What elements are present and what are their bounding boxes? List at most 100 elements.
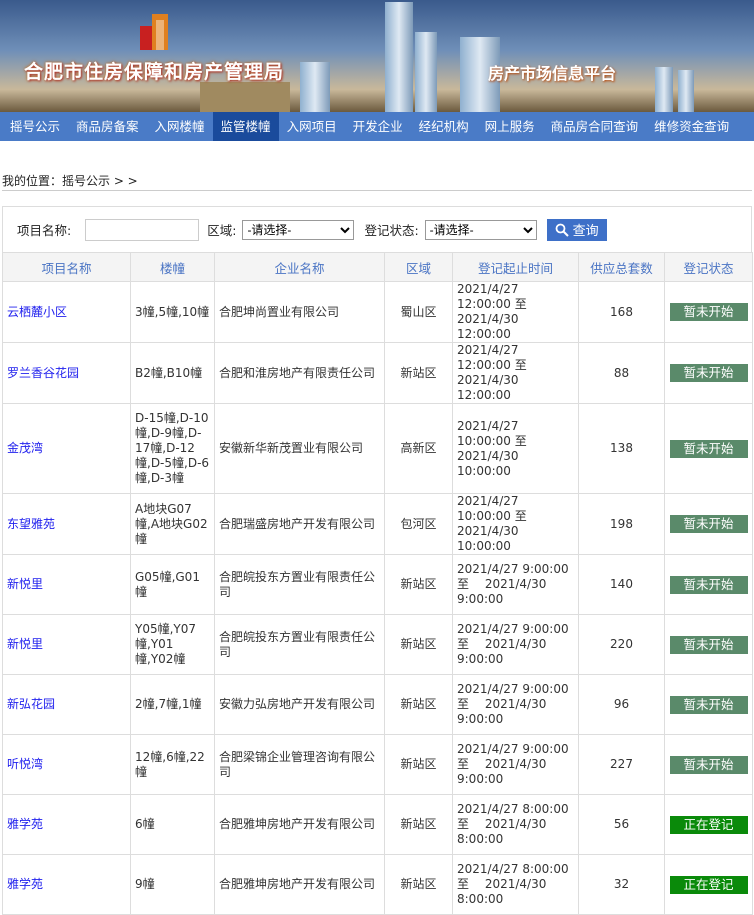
status-label: 登记状态:	[364, 223, 419, 238]
building-cell: 6幢	[130, 794, 215, 855]
project-cell: 新弘花园	[2, 674, 131, 735]
status-badge: 暂未开始	[669, 695, 748, 714]
time-cell: 2021/4/27 10:00:00 至 2021/4/30 10:00:00	[452, 493, 579, 555]
status-cell: 暂未开始	[664, 493, 753, 555]
project-link[interactable]: 金茂湾	[7, 441, 43, 455]
time-cell: 2021/4/27 8:00:00 至 2021/4/30 8:00:00	[452, 794, 579, 855]
nav-item[interactable]: 监管楼幢	[212, 112, 279, 141]
status-badge: 暂未开始	[669, 755, 748, 774]
company-cell: 合肥和淮房地产有限责任公司	[214, 342, 385, 404]
company-cell: 合肥雅坤房地产开发有限公司	[214, 854, 385, 915]
building-cell: 9幢	[130, 854, 215, 915]
company-cell: 安徽新华新茂置业有限公司	[214, 403, 385, 494]
count-cell: 220	[578, 614, 665, 675]
project-link[interactable]: 听悦湾	[7, 757, 43, 771]
project-link[interactable]: 新悦里	[7, 637, 43, 651]
count-cell: 168	[578, 281, 665, 343]
company-cell: 合肥雅坤房地产开发有限公司	[214, 794, 385, 855]
building-cell: 12幢,6幢,22幢	[130, 734, 215, 795]
building-cell: D-15幢,D-10幢,D-9幢,D-17幢,D-12幢,D-5幢,D-6幢,D…	[130, 403, 215, 494]
time-cell: 2021/4/27 9:00:00 至 2021/4/30 9:00:00	[452, 674, 579, 735]
project-link[interactable]: 新弘花园	[7, 697, 55, 711]
project-cell: 雅学苑	[2, 854, 131, 915]
nav-item[interactable]: 入网楼幢	[147, 112, 213, 141]
building-cell: 2幢,7幢,1幢	[130, 674, 215, 735]
status-cell: 暂未开始	[664, 734, 753, 795]
nav-item[interactable]: 商品房备案	[68, 112, 147, 141]
nav-item[interactable]: 摇号公示	[2, 112, 68, 141]
region-cell: 包河区	[384, 493, 453, 555]
status-cell: 暂未开始	[664, 554, 753, 615]
project-link[interactable]: 雅学苑	[7, 817, 43, 831]
company-cell: 合肥皖投东方置业有限责任公司	[214, 554, 385, 615]
nav-item[interactable]: 开发企业	[345, 112, 411, 141]
count-cell: 56	[578, 794, 665, 855]
count-cell: 140	[578, 554, 665, 615]
table-row: 新弘花园 2幢,7幢,1幢 安徽力弘房地产开发有限公司 新站区 2021/4/2…	[2, 674, 753, 735]
project-link[interactable]: 云栖麓小区	[7, 305, 67, 319]
status-badge: 暂未开始	[669, 439, 748, 458]
table-row: 新悦里 Y05幢,Y07幢,Y01幢,Y02幢 合肥皖投东方置业有限责任公司 新…	[2, 614, 753, 675]
region-cell: 高新区	[384, 403, 453, 494]
region-select[interactable]: -请选择-	[242, 219, 355, 240]
project-name-label: 项目名称:	[17, 223, 72, 238]
region-cell: 新站区	[384, 614, 453, 675]
search-icon	[555, 223, 569, 237]
status-select[interactable]: -请选择-	[424, 219, 537, 240]
region-cell: 新站区	[384, 342, 453, 404]
project-link[interactable]: 新悦里	[7, 577, 43, 591]
status-badge: 暂未开始	[669, 364, 748, 382]
column-header: 项目名称	[2, 252, 131, 282]
search-bar: 项目名称: 区域: -请选择- 登记状态: -请选择- 查询	[2, 206, 752, 252]
nav-item[interactable]: 网上服务	[477, 112, 543, 141]
breadcrumb: 我的位置：摇号公示 > >	[2, 174, 138, 188]
project-cell: 听悦湾	[2, 734, 131, 795]
table-row: 雅学苑 6幢 合肥雅坤房地产开发有限公司 新站区 2021/4/27 8:00:…	[2, 794, 753, 855]
company-cell: 合肥梁锦企业管理咨询有限公司	[214, 734, 385, 795]
project-cell: 云栖麓小区	[2, 281, 131, 343]
status-badge: 暂未开始	[669, 303, 748, 321]
project-cell: 雅学苑	[2, 794, 131, 855]
site-subtitle: 房产市场信息平台	[488, 64, 617, 83]
site-title: 合肥市住房保障和房产管理局	[24, 61, 285, 83]
status-badge: 正在登记	[669, 815, 748, 834]
region-cell: 新站区	[384, 674, 453, 735]
results-table: 项目名称 楼幢 企业名称 区域 登记起止时间 供应总套数 登记状态 云栖麓小区 3幢,5幢,…	[2, 252, 753, 915]
status-cell: 暂未开始	[664, 614, 753, 675]
time-cell: 2021/4/27 9:00:00 至 2021/4/30 9:00:00	[452, 734, 579, 795]
nav-item[interactable]: 商品房合同查询	[543, 112, 647, 141]
count-cell: 32	[578, 854, 665, 915]
status-cell: 暂未开始	[664, 674, 753, 735]
count-cell: 138	[578, 403, 665, 494]
project-link[interactable]: 东望雅苑	[7, 517, 55, 531]
time-cell: 2021/4/27 8:00:00 至 2021/4/30 8:00:00	[452, 854, 579, 915]
company-cell: 合肥坤尚置业有限公司	[214, 281, 385, 343]
search-button-label: 查询	[572, 223, 599, 238]
project-link[interactable]: 罗兰香谷花园	[7, 366, 79, 380]
column-header: 企业名称	[214, 252, 385, 282]
time-cell: 2021/4/27 9:00:00 至 2021/4/30 9:00:00	[452, 614, 579, 675]
status-cell: 正在登记	[664, 794, 753, 855]
building-cell: B2幢,B10幢	[130, 342, 215, 404]
nav-item[interactable]: 维修资金查询	[646, 112, 737, 141]
project-link[interactable]: 雅学苑	[7, 877, 43, 891]
column-header: 登记起止时间	[452, 252, 579, 282]
table-row: 听悦湾 12幢,6幢,22幢 合肥梁锦企业管理咨询有限公司 新站区 2021/4…	[2, 734, 753, 795]
time-cell: 2021/4/27 12:00:00 至 2021/4/30 12:00:00	[452, 281, 579, 343]
status-badge: 暂未开始	[669, 575, 748, 594]
search-button[interactable]: 查询	[546, 218, 607, 241]
status-cell: 暂未开始	[664, 403, 753, 494]
region-label: 区域:	[207, 223, 237, 238]
status-cell: 暂未开始	[664, 342, 753, 404]
project-name-input[interactable]	[85, 218, 200, 241]
company-cell: 安徽力弘房地产开发有限公司	[214, 674, 385, 735]
project-cell: 罗兰香谷花园	[2, 342, 131, 404]
region-cell: 蜀山区	[384, 281, 453, 343]
table-row: 雅学苑 9幢 合肥雅坤房地产开发有限公司 新站区 2021/4/27 8:00:…	[2, 854, 753, 915]
nav-item[interactable]: 经纪机构	[411, 112, 477, 141]
main-nav: 摇号公示 商品房备案 入网楼幢 监管楼幢 入网项目 开发企业 经纪机构 网上服务 商品房合同查询…	[0, 112, 754, 141]
region-cell: 新站区	[384, 794, 453, 855]
logo-icon	[140, 14, 168, 50]
nav-item[interactable]: 入网项目	[279, 112, 345, 141]
building-cell: A地块G07幢,A地块G02幢	[130, 493, 215, 555]
